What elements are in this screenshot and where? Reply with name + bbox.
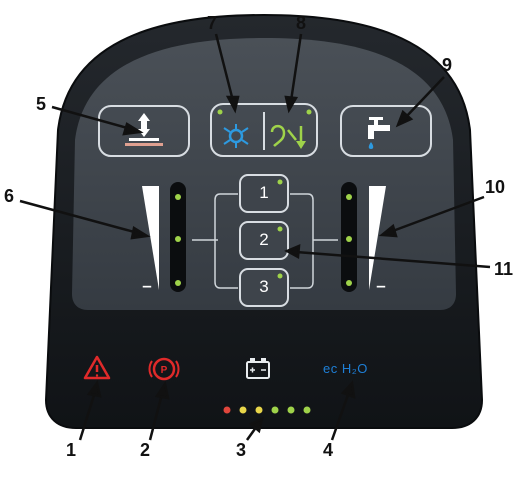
squeegee-led [306, 109, 312, 115]
right-led-bottom [346, 280, 352, 286]
left-led-mid [175, 236, 181, 242]
vacuum-led [217, 109, 223, 115]
svg-text:P: P [161, 365, 168, 376]
callout-10: 10 [485, 177, 506, 197]
callout-3: 3 [236, 440, 247, 460]
callout-4: 4 [323, 440, 334, 460]
callout-6: 6 [4, 186, 15, 206]
pressure-button-3-label: 3 [259, 277, 269, 296]
control-panel-diagram: P 1 2 3 + – + – ec H₂O 1 2 3 4 5 6 7 8 9… [0, 0, 529, 486]
callout-5: 5 [36, 94, 47, 114]
callout-11: 11 [494, 259, 514, 279]
left-led-bottom [175, 280, 181, 286]
pressure-button-1-label: 1 [259, 183, 269, 202]
left-plus-label: + [146, 181, 156, 200]
right-led-mid [346, 236, 352, 242]
left-led-top [175, 194, 181, 200]
callout-7: 7 [207, 13, 218, 33]
left-minus-label: – [142, 276, 152, 295]
pressure-button-2-label: 2 [259, 230, 269, 249]
right-minus-label: – [376, 276, 386, 295]
right-plus-label: + [372, 181, 382, 200]
callout-8: 8 [296, 13, 307, 33]
callout-1: 1 [66, 440, 77, 460]
right-led-top [346, 194, 352, 200]
callout-9: 9 [442, 55, 453, 75]
callout-2: 2 [140, 440, 151, 460]
ec-h2o-logo: ec H₂O [323, 361, 368, 376]
